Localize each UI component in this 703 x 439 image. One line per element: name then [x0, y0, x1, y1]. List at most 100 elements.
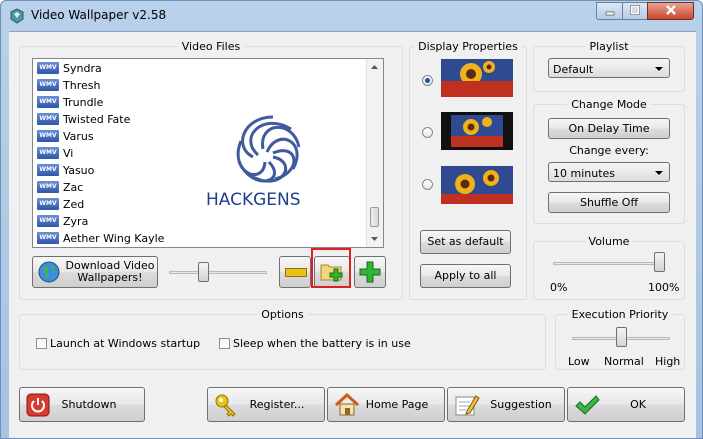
register-button[interactable]: Register...: [207, 387, 325, 422]
flower-image-icon: [441, 59, 513, 97]
maximize-icon: [630, 5, 640, 15]
wmv-file-icon: WMV: [37, 164, 59, 176]
video-list-item[interactable]: WMV Thresh: [37, 77, 367, 94]
video-file-list[interactable]: WMV Syndra WMV Thresh WMV Trundle WMV Twisted F…: [32, 58, 384, 248]
display-radio-3[interactable]: [422, 179, 433, 190]
change-every-value: 10 minutes: [553, 167, 616, 180]
display-thumb-center[interactable]: [441, 166, 513, 204]
change-every-label: Change every:: [569, 144, 649, 157]
app-window: Video Wallpaper v2.58 Video Files WMV Syn…: [0, 0, 703, 439]
video-item-name: Zed: [63, 198, 85, 211]
video-item-name: Vi: [63, 147, 74, 160]
priority-normal-label: Normal: [604, 355, 644, 368]
suggestion-label: Suggestion: [490, 398, 552, 411]
playlist-value: Default: [553, 63, 594, 76]
scroll-up-arrow[interactable]: [367, 59, 382, 75]
shutdown-label: Shutdown: [61, 398, 117, 411]
watermark-text: HACKGENS: [206, 190, 301, 207]
volume-slider-thumb[interactable]: [654, 252, 665, 272]
options-title: Options: [257, 308, 308, 321]
priority-slider-thumb[interactable]: [615, 327, 627, 347]
video-item-name: Thresh: [63, 79, 101, 92]
minimize-button[interactable]: [596, 2, 623, 20]
wmv-file-icon: WMV: [37, 130, 59, 142]
volume-max-label: 100%: [648, 281, 680, 294]
wmv-file-icon: WMV: [37, 198, 59, 210]
app-logo-icon: [10, 8, 24, 24]
change-every-dropdown[interactable]: 10 minutes: [548, 162, 670, 182]
video-item-name: Trundle: [63, 96, 104, 109]
client-area: Video Files WMV Syndra WMV Thresh WMV Trundle…: [9, 31, 696, 438]
wmv-file-icon: WMV: [37, 232, 59, 244]
video-item-name: Varus: [63, 130, 94, 143]
wmv-file-icon: WMV: [37, 96, 59, 108]
list-scrollbar[interactable]: [366, 59, 383, 247]
list-slider-track[interactable]: [169, 271, 267, 274]
video-item-name: Twisted Fate: [63, 113, 131, 126]
flower-image-icon: [441, 112, 513, 150]
volume-min-label: 0%: [550, 281, 568, 294]
change-mode-title: Change Mode: [567, 98, 651, 111]
volume-slider-track[interactable]: [553, 262, 665, 265]
arrow-up-icon: [371, 65, 378, 69]
checkmark-icon: [575, 395, 600, 415]
power-icon: [26, 393, 50, 417]
wmv-file-icon: WMV: [37, 79, 59, 91]
home-page-button[interactable]: Home Page: [327, 387, 445, 422]
wmv-file-icon: WMV: [37, 181, 59, 193]
window-title: Video Wallpaper v2.58: [31, 8, 167, 22]
shutdown-button[interactable]: Shutdown: [19, 387, 145, 422]
register-label: Register...: [249, 398, 305, 411]
playlist-dropdown[interactable]: Default: [548, 58, 670, 78]
video-list-item[interactable]: WMV Syndra: [37, 60, 367, 77]
display-radio-2[interactable]: [422, 127, 433, 138]
video-item-name: Syndra: [63, 62, 102, 75]
title-bar[interactable]: Video Wallpaper v2.58: [1, 1, 702, 31]
video-item-name: Zac: [63, 181, 84, 194]
key-icon: [215, 394, 236, 417]
video-list-item[interactable]: WMV Aether Wing Kayle: [37, 230, 367, 247]
maximize-button[interactable]: [622, 2, 648, 20]
video-files-title: Video Files: [177, 40, 245, 53]
sleep-battery-checkbox[interactable]: [219, 338, 230, 349]
set-as-default-button[interactable]: Set as default: [420, 230, 511, 254]
download-wallpapers-button[interactable]: Download Video Wallpapers!: [32, 256, 158, 288]
close-button[interactable]: [647, 2, 694, 20]
ok-label: OK: [630, 398, 646, 411]
list-slider-thumb[interactable]: [198, 262, 209, 282]
video-item-name: Yasuo: [63, 164, 95, 177]
suggestion-button[interactable]: Suggestion: [447, 387, 565, 422]
video-item-name: Aether Wing Kayle: [63, 232, 165, 245]
home-page-label: Home Page: [365, 398, 429, 411]
on-delay-time-button[interactable]: On Delay Time: [548, 118, 670, 139]
video-item-name: Zyra: [63, 215, 89, 228]
scroll-thumb[interactable]: [370, 207, 379, 227]
apply-to-all-button[interactable]: Apply to all: [420, 264, 511, 288]
playlist-title: Playlist: [585, 40, 633, 53]
chevron-down-icon: [655, 171, 663, 175]
display-thumb-fit[interactable]: [441, 112, 513, 150]
scroll-down-arrow[interactable]: [367, 231, 382, 247]
ok-button[interactable]: OK: [567, 387, 685, 422]
display-thumb-stretch[interactable]: [441, 59, 513, 97]
wmv-file-icon: WMV: [37, 62, 59, 74]
video-list-item[interactable]: WMV Zyra: [37, 213, 367, 230]
minimize-icon: [605, 11, 614, 16]
add-video-button[interactable]: [354, 256, 386, 288]
wmv-file-icon: WMV: [37, 113, 59, 125]
display-radio-1[interactable]: [422, 75, 433, 86]
priority-high-label: High: [655, 355, 681, 368]
flower-image-icon: [441, 166, 513, 204]
sleep-battery-label[interactable]: Sleep when the battery is in use: [233, 337, 411, 350]
remove-video-button[interactable]: [279, 256, 311, 288]
arrow-down-icon: [371, 237, 378, 241]
launch-startup-checkbox[interactable]: [36, 338, 47, 349]
home-icon: [334, 393, 360, 416]
volume-title: Volume: [584, 235, 634, 248]
close-icon: [665, 5, 676, 15]
chevron-down-icon: [655, 67, 663, 71]
display-properties-title: Display Properties: [414, 40, 522, 53]
launch-startup-label[interactable]: Launch at Windows startup: [50, 337, 200, 350]
shuffle-off-button[interactable]: Shuffle Off: [548, 192, 670, 213]
pencil-note-icon: [455, 395, 480, 416]
